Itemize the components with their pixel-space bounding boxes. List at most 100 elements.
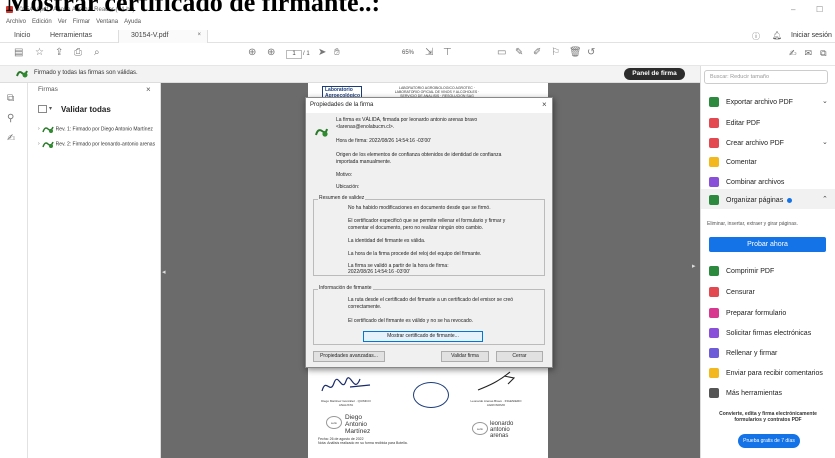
page-down-icon[interactable]: ⊕: [267, 47, 275, 58]
bell-icon[interactable]: 🔔︎: [772, 31, 782, 40]
menu-ayuda[interactable]: Ayuda: [124, 19, 141, 25]
promo-text: Convierte, edita y firma electrónicament…: [719, 411, 817, 423]
chevron-right-icon[interactable]: ›: [38, 141, 40, 147]
validity-summary-label: Resumen de validez: [318, 195, 366, 201]
signature-status-text: Firmado y todas las firmas son válidas.: [34, 70, 138, 76]
validate-all-button[interactable]: Validar todas: [61, 105, 111, 114]
stamp-icon[interactable]: ⚐: [551, 47, 560, 58]
close-icon[interactable]: ×: [146, 85, 151, 94]
signature-valid-icon: [41, 126, 54, 133]
draw-icon[interactable]: ✐: [533, 47, 541, 58]
rotate-icon[interactable]: ↺: [587, 47, 595, 58]
digital-signature-seal-2: sello: [472, 422, 488, 435]
zoom-select[interactable]: 65%: [354, 50, 414, 59]
chevron-down-icon[interactable]: ▾: [49, 105, 52, 112]
tool-combine-files[interactable]: Combinar archivos: [709, 176, 784, 188]
copy-icon[interactable]: ⧉: [7, 93, 14, 104]
share-icon[interactable]: ⇪: [55, 47, 63, 58]
tab-document[interactable]: 30154-V.pdf ×: [118, 30, 208, 43]
tool-fill-sign[interactable]: Rellenar y firmar: [709, 347, 777, 359]
signature-pen-icon[interactable]: ✍︎: [7, 133, 15, 144]
tools-search-input[interactable]: Buscar: Reducir tamaño: [704, 70, 828, 84]
attachment-icon[interactable]: ⚲: [7, 113, 14, 124]
maximize-button[interactable]: ☐: [816, 5, 823, 14]
tab-tools[interactable]: Herramientas: [50, 32, 92, 39]
fit-page-icon[interactable]: ⇲: [425, 47, 433, 58]
tab-close-icon[interactable]: ×: [197, 32, 201, 38]
minimize-button[interactable]: –: [791, 5, 795, 14]
page-up-icon[interactable]: ⊕: [248, 47, 256, 58]
print-icon[interactable]: ⎙: [74, 47, 82, 58]
menu-archivo[interactable]: Archivo: [6, 19, 26, 25]
signer-info-item: correctamente.: [348, 304, 382, 310]
help-icon[interactable]: ⓘ: [752, 31, 760, 42]
scroll-mode-icon[interactable]: ⊤: [443, 47, 452, 58]
highlight-icon[interactable]: ✎: [515, 47, 523, 58]
menu-ventana[interactable]: Ventana: [96, 19, 118, 25]
signature-panel-button[interactable]: Panel de firma: [624, 68, 685, 80]
menu-firmar[interactable]: Firmar: [73, 19, 90, 25]
page-number-input[interactable]: 1: [286, 50, 302, 59]
validity-line-1: La firma es VÁLIDA, firmada por leonardo…: [336, 117, 478, 123]
tool-compress-pdf[interactable]: Comprimir PDF: [709, 265, 774, 277]
bookmark-star-icon[interactable]: ☆: [35, 47, 44, 58]
menu-ver[interactable]: Ver: [58, 19, 67, 25]
digital-signature-name-2[interactable]: leonardo antonio arenas: [490, 421, 513, 439]
trust-origin-line-1: Origen de los elementos de confianza obt…: [336, 152, 502, 158]
digital-signature-seal-1: sello: [326, 416, 342, 429]
options-menu-icon[interactable]: [38, 105, 47, 113]
tool-send-for-comments[interactable]: Enviar para recibir comentarios: [709, 367, 823, 379]
close-button[interactable]: Cerrar: [496, 351, 543, 362]
sign-in-link[interactable]: Iniciar sesión: [791, 32, 832, 39]
more-icon[interactable]: ⧉: [820, 48, 826, 59]
trust-origin-line-2: importada manualmente.: [336, 159, 392, 165]
menu-edicion[interactable]: Edición: [32, 19, 52, 25]
organize-pages-description: Eliminar, insertar, extraer y girar pági…: [707, 221, 798, 227]
revision-item[interactable]: › Rev. 1: Firmado por Diego Antonio Martí…: [38, 125, 153, 133]
show-signer-certificate-button[interactable]: Mostrar certificado de firmante...: [363, 331, 483, 342]
page-thumbnails-icon[interactable]: ▤: [14, 47, 23, 58]
try-now-button[interactable]: Probar ahora: [709, 237, 826, 252]
delete-icon[interactable]: 🗑︎: [569, 47, 582, 58]
advanced-properties-button[interactable]: Propiedades avanzadas...: [313, 351, 385, 362]
hand-tool-icon[interactable]: ✋︎: [334, 47, 340, 58]
export-pdf-icon: [709, 97, 719, 107]
tool-export-pdf[interactable]: Exportar archivo PDF: [709, 96, 793, 108]
combine-files-icon: [709, 177, 719, 187]
edit-sign-icon[interactable]: ✍︎: [789, 48, 797, 59]
digital-signature-name-1[interactable]: Diego Antonio Martínez: [345, 414, 370, 435]
tool-create-pdf[interactable]: Crear archivo PDF: [709, 137, 784, 149]
organize-pages-icon: [709, 195, 719, 205]
chevron-up-icon[interactable]: ⌃: [822, 195, 828, 203]
signature-valid-icon: [16, 70, 28, 78]
new-badge-icon: [787, 197, 793, 203]
compress-pdf-icon: [709, 266, 719, 276]
select-cursor-icon[interactable]: ➤: [318, 47, 326, 58]
chevron-down-icon[interactable]: ⌄: [822, 97, 828, 105]
collapse-left-icon[interactable]: ◂: [162, 268, 166, 276]
tool-redact[interactable]: Censurar: [709, 286, 755, 298]
edit-pdf-icon: [709, 118, 719, 128]
search-icon[interactable]: ⌕: [94, 47, 100, 58]
tool-prepare-form[interactable]: Preparar formulario: [709, 307, 786, 319]
tool-comment[interactable]: Comentar: [709, 156, 757, 168]
tab-home[interactable]: Inicio: [14, 32, 30, 39]
tool-request-esign[interactable]: Solicitar firmas electrónicas: [709, 327, 811, 339]
chevron-right-icon[interactable]: ›: [38, 126, 40, 132]
tool-more-tools[interactable]: Más herramientas: [709, 387, 782, 399]
create-pdf-icon: [709, 138, 719, 148]
location-label: Ubicación:: [336, 184, 360, 190]
handwritten-signature-1: [321, 377, 371, 392]
tool-organize-pages[interactable]: Organizar páginas: [709, 194, 793, 206]
chevron-down-icon[interactable]: ⌄: [822, 138, 828, 146]
revision-item[interactable]: › Rev. 2: Firmado por leonardo-antonio ar…: [38, 140, 155, 148]
mail-icon[interactable]: ✉: [805, 48, 813, 59]
validate-signature-button[interactable]: Validar firma: [441, 351, 489, 362]
comment-icon[interactable]: ▭: [497, 47, 506, 58]
dialog-close-icon[interactable]: ×: [542, 100, 547, 109]
free-trial-button[interactable]: Prueba gratis de 7 días: [738, 434, 800, 448]
collapse-right-icon[interactable]: ▸: [692, 262, 696, 270]
more-tools-icon: [709, 388, 719, 398]
tool-edit-pdf[interactable]: Editar PDF: [709, 117, 760, 129]
page-footer: Fecha: 26 de agosto de 2022 Nota: Anális…: [318, 437, 408, 445]
